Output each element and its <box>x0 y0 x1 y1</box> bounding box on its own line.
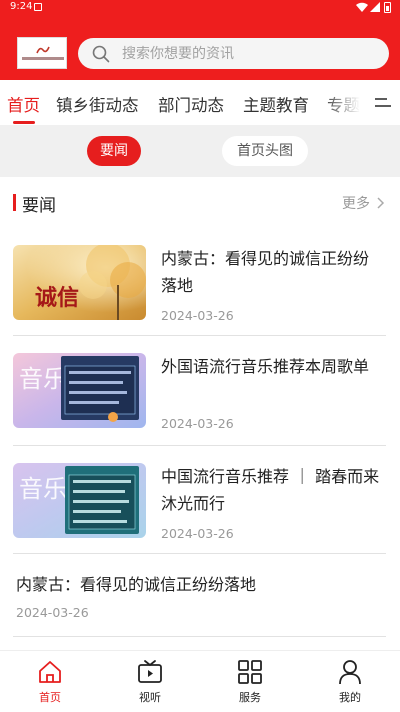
thumbnail-caption: 诚信 <box>35 285 79 311</box>
news-title[interactable]: 中国流行音乐推荐 ｜ 踏春而来 沐光而行 <box>161 463 383 517</box>
news-date: 2024-03-26 <box>161 308 234 323</box>
news-title[interactable]: 外国语流行音乐推荐本周歌单 <box>161 353 383 380</box>
section-title: 要闻 <box>22 196 56 216</box>
video-icon <box>138 660 162 683</box>
status-bar: 9:24 <box>0 0 400 16</box>
search-icon <box>92 45 110 63</box>
news-date: 2024-03-26 <box>161 526 234 541</box>
news-date: 2024-03-26 <box>16 605 89 620</box>
tabs-fade <box>322 80 370 125</box>
news-title[interactable]: 内蒙古：看得见的诚信正纷纷落地 <box>16 571 256 595</box>
news-title[interactable]: 内蒙古：看得见的诚信正纷纷落地 <box>161 245 383 299</box>
nav-home-label: 首页 <box>39 691 61 704</box>
integrity-thumbnail-image: 诚信 <box>13 245 146 320</box>
nav-home[interactable]: 首页 <box>0 651 100 712</box>
news-thumbnail: 诚信 <box>13 245 146 320</box>
signal-icon <box>370 2 380 12</box>
status-time: 9:24 <box>10 1 33 12</box>
music-thumbnail-image: 音乐 <box>13 353 146 428</box>
divider <box>13 445 386 446</box>
sub-tab-bar: 要闻 首页头图 <box>0 125 400 177</box>
nav-profile-label: 我的 <box>339 691 361 704</box>
bottom-nav: 首页 视听 服务 我的 <box>0 650 400 711</box>
sim-icon <box>34 3 42 11</box>
active-tab-indicator <box>13 121 35 124</box>
news-thumbnail: 音乐 <box>13 463 146 538</box>
tab-department-news[interactable]: 部门动态 <box>158 92 224 116</box>
section-marker <box>13 194 16 211</box>
nav-profile[interactable]: 我的 <box>300 651 400 712</box>
user-icon <box>339 660 361 685</box>
divider <box>13 335 386 336</box>
nav-video-label: 视听 <box>139 691 161 704</box>
subtab-headlines[interactable]: 要闻 <box>87 136 141 166</box>
news-date: 2024-03-26 <box>161 416 234 431</box>
home-icon <box>39 661 61 683</box>
logo-wordmark <box>22 57 64 60</box>
thumbnail-caption: 音乐 <box>19 475 67 503</box>
search-bar[interactable] <box>78 38 389 69</box>
chevron-right-icon[interactable] <box>376 196 385 210</box>
search-input[interactable] <box>122 44 372 64</box>
divider <box>13 636 386 637</box>
nav-services-label: 服务 <box>239 691 261 704</box>
grid-icon <box>238 660 262 684</box>
thumbnail-caption: 音乐 <box>19 365 67 393</box>
wifi-icon <box>356 2 368 12</box>
nav-video[interactable]: 视听 <box>100 651 200 712</box>
tab-home[interactable]: 首页 <box>7 92 40 116</box>
divider <box>13 553 386 554</box>
subtab-home-banner[interactable]: 首页头图 <box>222 136 308 166</box>
logo-mark-icon <box>36 46 50 54</box>
tab-town-news[interactable]: 镇乡街动态 <box>56 92 139 116</box>
battery-icon <box>384 2 391 13</box>
section-header: 要闻 更多 <box>0 177 400 227</box>
more-link[interactable]: 更多 <box>342 193 370 213</box>
channel-tabs: 首页 镇乡街动态 部门动态 主题教育 专题 <box>0 80 400 125</box>
news-thumbnail: 音乐 <box>13 353 146 428</box>
menu-icon[interactable] <box>374 97 392 109</box>
app-logo[interactable] <box>17 37 67 69</box>
tab-theme-education[interactable]: 主题教育 <box>243 92 309 116</box>
music-thumbnail-image: 音乐 <box>13 463 146 538</box>
nav-services[interactable]: 服务 <box>200 651 300 712</box>
